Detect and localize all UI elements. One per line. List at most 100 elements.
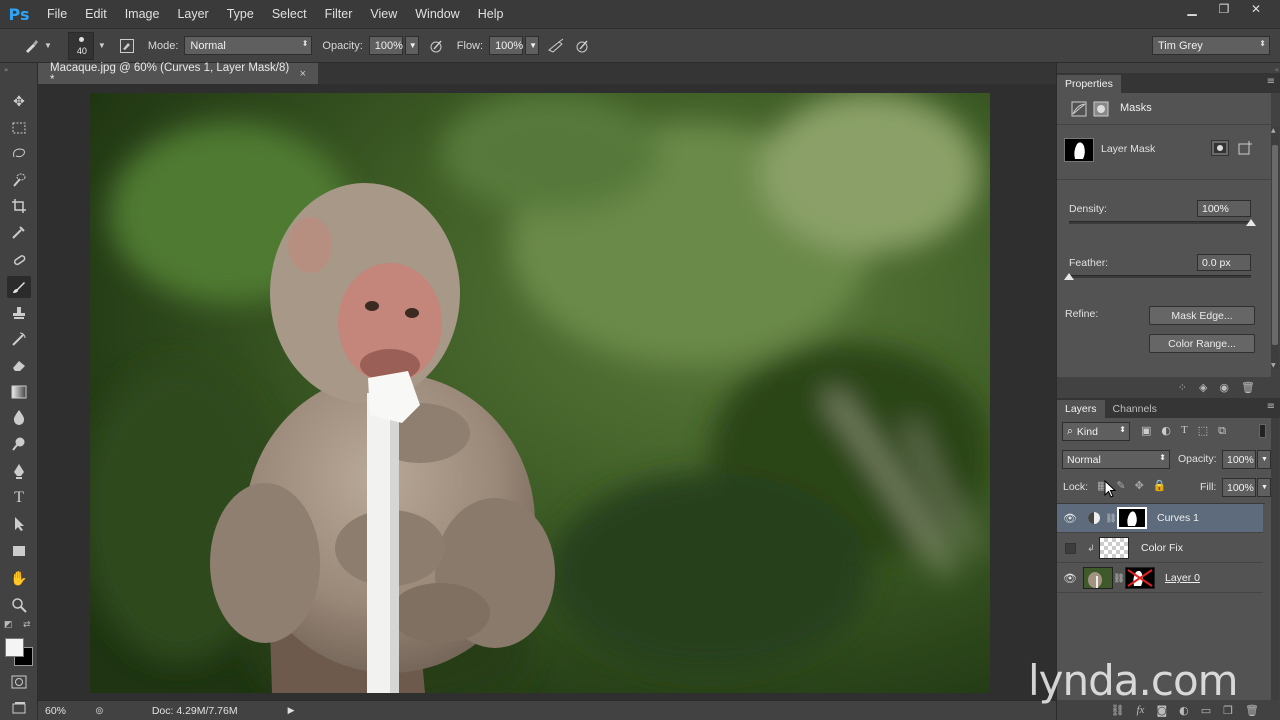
- layer-filter-select[interactable]: ⌕ Kind ⬍: [1062, 422, 1130, 441]
- layer-row-layer-0[interactable]: 👁 ⛓ Layer 0: [1057, 564, 1263, 593]
- visibility-toggle[interactable]: [1057, 542, 1083, 554]
- zoom-level[interactable]: 60%: [45, 705, 85, 717]
- eye-icon[interactable]: 👁: [1057, 572, 1083, 585]
- density-slider-thumb[interactable]: [1246, 219, 1256, 226]
- fill-dropdown[interactable]: ▼: [1257, 478, 1271, 497]
- canvas-area[interactable]: [38, 84, 1056, 700]
- rectangle-tool-icon[interactable]: [7, 540, 31, 562]
- tab-layers[interactable]: Layers: [1057, 400, 1105, 418]
- layer-name[interactable]: Curves 1: [1157, 512, 1199, 524]
- eyedropper-tool-icon[interactable]: [7, 221, 31, 243]
- pressure-opacity-icon[interactable]: [425, 35, 447, 57]
- menu-edit[interactable]: Edit: [76, 0, 116, 28]
- document-image[interactable]: [90, 93, 990, 693]
- clone-stamp-tool-icon[interactable]: [7, 302, 31, 324]
- move-tool-icon[interactable]: ✥: [7, 91, 31, 113]
- feather-input[interactable]: 0.0 px: [1197, 254, 1251, 271]
- document-tab[interactable]: Macaque.jpg @ 60% (Curves 1, Layer Mask/…: [38, 62, 318, 86]
- history-brush-tool-icon[interactable]: [7, 328, 31, 350]
- delete-mask-icon[interactable]: 🗑: [1241, 381, 1255, 394]
- mask-icon[interactable]: [1093, 101, 1109, 120]
- panel-menu-icon[interactable]: ≡: [1267, 401, 1275, 412]
- menu-select[interactable]: Select: [263, 0, 316, 28]
- restore-button[interactable]: ❐: [1210, 0, 1238, 18]
- tab-channels[interactable]: Channels: [1105, 400, 1165, 418]
- collapse-icon[interactable]: »: [4, 66, 8, 74]
- layer-mask-thumbnail[interactable]: [1117, 507, 1147, 529]
- collapse-icon[interactable]: «: [1275, 66, 1279, 74]
- crop-tool-icon[interactable]: [7, 195, 31, 217]
- layer-opacity-dropdown[interactable]: ▼: [1257, 450, 1271, 469]
- status-icon[interactable]: ⊚: [95, 705, 104, 717]
- blend-mode-select[interactable]: Normal ⬍: [1062, 450, 1170, 469]
- menu-type[interactable]: Type: [218, 0, 263, 28]
- menu-layer[interactable]: Layer: [168, 0, 217, 28]
- opacity-dropdown[interactable]: ▼: [404, 36, 419, 55]
- blur-tool-icon[interactable]: [7, 406, 31, 428]
- filter-smart-object-icon[interactable]: ⧉: [1218, 424, 1226, 438]
- properties-scroll-thumb[interactable]: [1272, 145, 1278, 345]
- zoom-tool-icon[interactable]: [7, 594, 31, 616]
- add-vector-mask-icon[interactable]: [1237, 140, 1253, 159]
- eye-icon[interactable]: 👁: [1057, 512, 1083, 525]
- filter-shape-icon[interactable]: ⬚: [1198, 424, 1208, 438]
- lock-position-icon[interactable]: ✥: [1135, 479, 1144, 492]
- layer-thumbnail[interactable]: [1099, 537, 1129, 559]
- menu-window[interactable]: Window: [406, 0, 468, 28]
- menu-view[interactable]: View: [361, 0, 406, 28]
- brush-tool-preset-icon[interactable]: [20, 35, 42, 57]
- eraser-tool-icon[interactable]: [7, 354, 31, 376]
- gradient-tool-icon[interactable]: [7, 381, 31, 403]
- properties-scrollbar[interactable]: ▲ ▼: [1271, 127, 1279, 369]
- layer-name[interactable]: Layer 0: [1165, 572, 1200, 584]
- path-selection-tool-icon[interactable]: [7, 513, 31, 535]
- apply-mask-icon[interactable]: ◈: [1199, 381, 1207, 394]
- quick-mask-icon[interactable]: [7, 671, 31, 693]
- flow-input[interactable]: 100%: [489, 36, 523, 55]
- layer-thumbnail[interactable]: [1083, 567, 1113, 589]
- tab-properties[interactable]: Properties: [1057, 75, 1121, 93]
- filter-pixel-icon[interactable]: ▣: [1141, 424, 1151, 438]
- brush-panel-toggle-icon[interactable]: [116, 35, 138, 57]
- close-icon[interactable]: ×: [300, 68, 306, 80]
- type-tool-icon[interactable]: T: [7, 487, 31, 509]
- airbrush-icon[interactable]: [545, 35, 567, 57]
- dodge-tool-icon[interactable]: [7, 433, 31, 455]
- panel-menu-icon[interactable]: ≡: [1267, 76, 1275, 87]
- quick-selection-tool-icon[interactable]: [7, 169, 31, 191]
- layer-mask-thumbnail[interactable]: [1064, 138, 1094, 162]
- feather-slider-thumb[interactable]: [1064, 273, 1074, 280]
- chevron-down-icon[interactable]: ▼: [44, 41, 52, 50]
- link-icon[interactable]: ⛓: [1113, 573, 1125, 584]
- visibility-icon[interactable]: ◉: [1219, 381, 1229, 394]
- adjustment-icon[interactable]: [1071, 101, 1087, 120]
- layer-opacity-input[interactable]: 100%: [1222, 450, 1256, 469]
- swap-colors-icon[interactable]: ⇄: [23, 620, 31, 630]
- minimize-button[interactable]: ▁: [1178, 0, 1206, 18]
- layers-scrollbar[interactable]: [1271, 418, 1279, 700]
- link-icon[interactable]: ⛓: [1105, 513, 1117, 524]
- feather-slider-track[interactable]: [1069, 275, 1251, 278]
- marquee-tool-icon[interactable]: [7, 117, 31, 139]
- screen-mode-icon[interactable]: [7, 697, 31, 719]
- status-menu-arrow-icon[interactable]: ▶: [288, 705, 295, 716]
- lock-pixels-icon[interactable]: ✎: [1116, 479, 1125, 492]
- pressure-size-icon[interactable]: [571, 35, 593, 57]
- foreground-color-swatch[interactable]: [5, 638, 24, 657]
- opacity-input[interactable]: 100%: [368, 36, 403, 55]
- layer-row-color-fix[interactable]: ↲ Color Fix: [1057, 534, 1263, 563]
- load-selection-icon[interactable]: ⁘: [1178, 381, 1187, 394]
- lock-all-icon[interactable]: 🔒: [1153, 479, 1167, 492]
- layer-name[interactable]: Color Fix: [1141, 542, 1183, 554]
- chevron-down-icon[interactable]: ▼: [98, 41, 106, 50]
- menu-image[interactable]: Image: [116, 0, 169, 28]
- lasso-tool-icon[interactable]: [7, 143, 31, 165]
- density-slider-track[interactable]: [1069, 221, 1251, 224]
- density-input[interactable]: 100%: [1197, 200, 1251, 217]
- brush-size-picker[interactable]: 40: [67, 31, 94, 60]
- workspace-select[interactable]: Tim Grey ⬍: [1152, 36, 1270, 55]
- fill-input[interactable]: 100%: [1222, 478, 1256, 497]
- close-button[interactable]: ✕: [1242, 0, 1270, 18]
- layer-mask-thumbnail[interactable]: [1125, 567, 1155, 589]
- healing-brush-tool-icon[interactable]: [7, 249, 31, 271]
